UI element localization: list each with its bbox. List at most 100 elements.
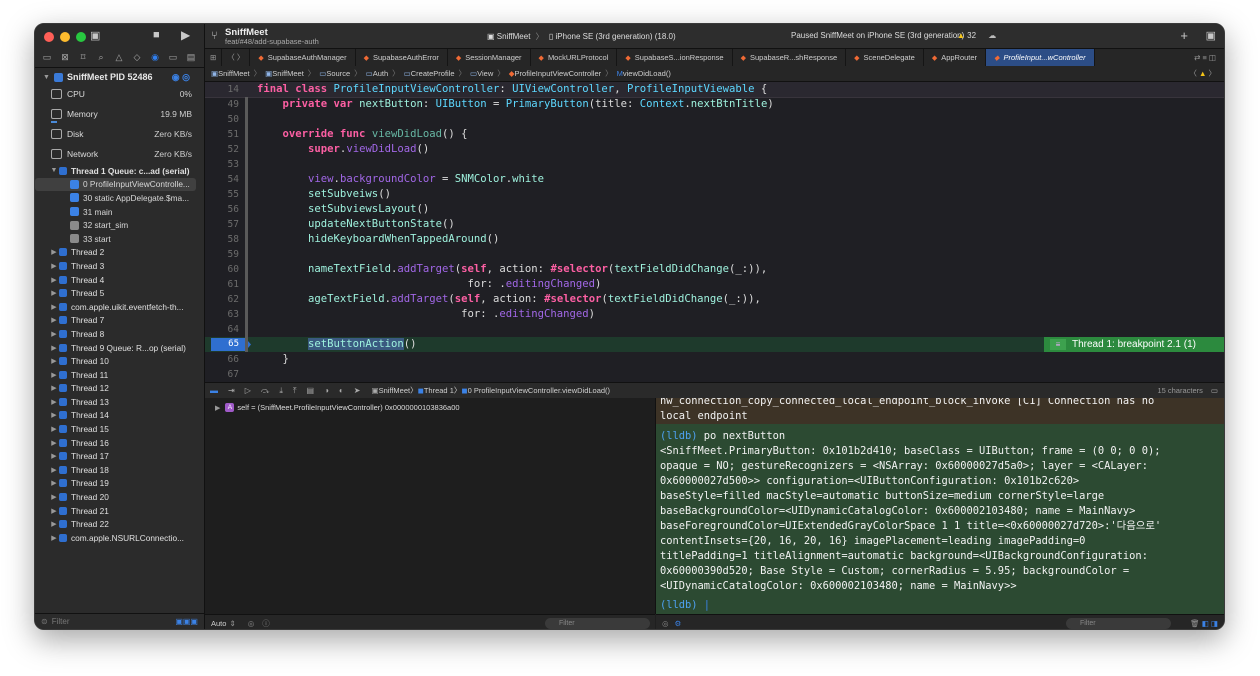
thread-row[interactable]: ▶ Thread 18 <box>35 463 204 477</box>
chevron-right-icon[interactable]: ▶ <box>49 479 59 487</box>
thread-row[interactable]: ▶ Thread 12 <box>35 382 204 396</box>
source-control-icon[interactable]: ⊠ <box>59 52 71 63</box>
breadcrumb-item[interactable]: CreateProfile <box>411 69 455 78</box>
chevron-right-icon[interactable]: ▶ <box>49 439 59 447</box>
chevron-right-icon[interactable]: ▶ <box>49 520 59 528</box>
chevron-right-icon[interactable]: ▶ <box>49 507 59 515</box>
step-into-icon[interactable]: ⤓ <box>279 386 283 396</box>
stack-frame-row[interactable]: 32 start_sim <box>35 218 204 232</box>
editor-tab[interactable]: ◆ SupabaseS...ionResponse <box>617 49 733 66</box>
chevron-right-icon[interactable]: ▶ <box>49 534 59 542</box>
thread-row[interactable]: ▼ Thread 1 Queue: c...ad (serial) <box>35 164 204 178</box>
breadcrumb-item[interactable]: Auth <box>373 69 388 78</box>
thread-row[interactable]: ▶ Thread 19 <box>35 477 204 491</box>
thread-row[interactable]: ▶ com.apple.uikit.eventfetch-th... <box>35 300 204 314</box>
editor-tab[interactable]: ◆ SupabaseAuthManager <box>250 49 356 66</box>
chevron-right-icon[interactable]: ▶ <box>49 371 59 379</box>
hide-debug-area-icon[interactable]: ▬ <box>210 386 218 395</box>
eye-icon[interactable]: ◎ <box>662 619 669 628</box>
continue-icon[interactable]: ▷ <box>245 386 251 395</box>
debug-navigator-icon[interactable]: ◉ <box>149 52 161 63</box>
add-icon[interactable]: + <box>1180 28 1188 43</box>
process-row[interactable]: ▼ SniffMeet PID 52486 ◉ ◎ <box>35 70 204 84</box>
breadcrumb-item[interactable]: Source <box>326 69 350 78</box>
stack-frame-row[interactable]: 33 start <box>35 232 204 246</box>
stack-frame-row[interactable]: 31 main <box>35 205 204 219</box>
stop-button[interactable]: ■ <box>153 29 160 41</box>
back-forward-icon[interactable]: 〈 〉 <box>222 49 251 66</box>
breadcrumb-item[interactable]: ProfileInputViewController <box>515 69 602 78</box>
thread-row[interactable]: ▶ Thread 14 <box>35 409 204 423</box>
run-button[interactable]: ▶ <box>181 28 190 42</box>
inspector-toggle-icon[interactable]: ▣ <box>1206 29 1216 42</box>
chevron-right-icon[interactable]: ▶ <box>49 425 59 433</box>
chevron-right-icon[interactable]: ▶ <box>49 289 59 297</box>
chevron-right-icon[interactable]: ▶ <box>49 411 59 419</box>
chevron-right-icon[interactable]: ▶ <box>49 262 59 270</box>
report-icon[interactable]: ▤ <box>185 52 197 63</box>
thread-row[interactable]: ▶ Thread 22 <box>35 517 204 531</box>
thread-row[interactable]: ▶ Thread 17 <box>35 449 204 463</box>
editor-tab[interactable]: ◆ SessionManager <box>448 49 531 66</box>
stack-frame-row[interactable]: 30 static AppDelegate.$ma... <box>35 191 204 205</box>
trash-icon[interactable]: 🗑 ◧ ◨ <box>1190 619 1218 628</box>
memory-graph-icon[interactable]: ◑ <box>324 386 329 395</box>
chevron-right-icon[interactable]: ▶ <box>49 493 59 501</box>
variable-row[interactable]: ▶ A self = (SniffMeet.ProfileInputViewCo… <box>215 403 460 412</box>
thread-row[interactable]: ▶ Thread 7 <box>35 314 204 328</box>
chevron-right-icon[interactable]: ▶ <box>49 452 59 460</box>
breakpoint-icon[interactable]: ▭ <box>167 52 179 63</box>
chevron-right-icon[interactable]: ▶ <box>49 248 59 256</box>
step-out-icon[interactable]: ⤒ <box>293 386 297 396</box>
test-icon[interactable]: ◇ <box>131 52 143 63</box>
issue-nav-icon[interactable]: 〈 ▲ 〉 <box>1189 68 1216 79</box>
location-icon[interactable]: ➤ <box>354 386 361 395</box>
step-over-icon[interactable]: ⤼ <box>261 386 270 396</box>
environment-icon[interactable]: ◐ <box>339 386 344 395</box>
variables-mode-select[interactable]: Auto <box>211 619 226 628</box>
find-icon[interactable]: ⌕ <box>95 52 107 63</box>
gauge-row[interactable]: Memory 19.9 MB <box>35 104 204 124</box>
debug-path-item[interactable]: Thread 1 <box>424 386 454 395</box>
editor-tab[interactable]: ◆ SceneDelegate <box>846 49 924 66</box>
sidebar-toggle-icon[interactable]: ▣ <box>90 29 100 42</box>
warning-badge[interactable]: ▲ 32 ☁ <box>957 31 996 40</box>
debug-path-item[interactable]: 0 ProfileInputViewController.viewDidLoad… <box>468 386 610 395</box>
grid-icon[interactable]: ⊞ <box>205 49 223 66</box>
thread-row[interactable]: ▶ Thread 3 <box>35 259 204 273</box>
editor-tab[interactable]: ◆ SupabaseR...shResponse <box>733 49 847 66</box>
breadcrumb-item[interactable]: View <box>477 69 493 78</box>
editor-tab[interactable]: ◆ ProfileInput...wController <box>986 49 1095 66</box>
editor-tab[interactable]: ◆ MockURLProtocol <box>531 49 618 66</box>
variables-filter[interactable]: Filter <box>545 618 650 629</box>
thread-row[interactable]: ▶ Thread 11 <box>35 368 204 382</box>
chevron-down-icon[interactable]: ▼ <box>49 167 59 174</box>
chevron-right-icon[interactable]: ▶ <box>49 357 59 365</box>
settings-icon[interactable]: ⚙ <box>675 619 682 628</box>
filter-options-icon[interactable]: ▣▣▣ <box>175 617 198 626</box>
gauge-row[interactable]: Disk Zero KB/s <box>35 124 204 144</box>
breadcrumb-item[interactable]: SniffMeet <box>272 69 304 78</box>
console-input-line[interactable]: (lldb) | <box>656 598 1224 613</box>
split-icon[interactable]: ▭ <box>1211 386 1218 395</box>
editor-options-icon[interactable]: ⇄ ≡ ◫ <box>1186 49 1224 66</box>
chevron-right-icon[interactable]: ▶ <box>49 344 59 352</box>
chevron-right-icon[interactable]: ▶ <box>49 330 59 338</box>
thread-row[interactable]: ▶ Thread 16 <box>35 436 204 450</box>
chevron-right-icon[interactable]: ▶ <box>215 404 220 412</box>
gauge-row[interactable]: CPU 0% <box>35 84 204 104</box>
thread-row[interactable]: ▶ Thread 21 <box>35 504 204 518</box>
stack-frame-row[interactable]: 0 ProfileInputViewControlle... <box>35 177 196 192</box>
breadcrumb-item[interactable]: viewDidLoad() <box>623 69 671 78</box>
breakpoints-toggle-icon[interactable]: ⇥ <box>228 386 235 395</box>
thread-row[interactable]: ▶ Thread 13 <box>35 395 204 409</box>
editor-tab[interactable]: ◆ AppRouter <box>924 49 987 66</box>
zoom-window-button[interactable] <box>76 32 86 42</box>
info-icon[interactable]: ⓘ <box>262 618 270 629</box>
thread-row[interactable]: ▶ Thread 4 <box>35 273 204 287</box>
close-window-button[interactable] <box>44 32 54 42</box>
chevron-right-icon[interactable]: ▶ <box>49 466 59 474</box>
source-editor[interactable]: 14 final class ProfileInputViewController… <box>205 82 1224 382</box>
debug-path-item[interactable]: SniffMeet <box>379 386 411 395</box>
thread-row[interactable]: ▶ Thread 2 <box>35 246 204 260</box>
